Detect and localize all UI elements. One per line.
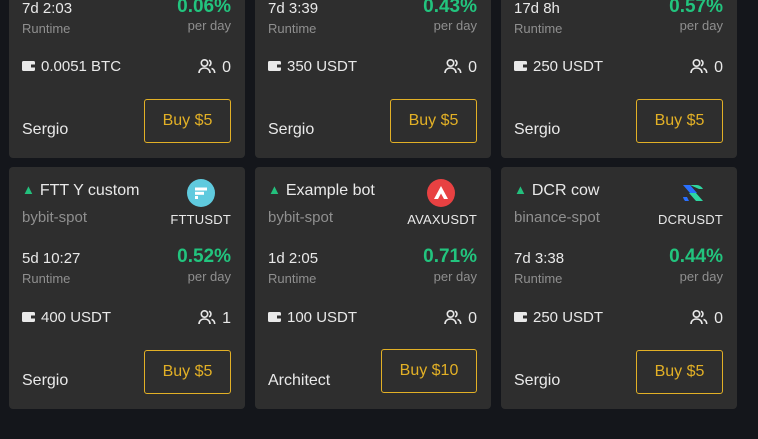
runtime-label: Runtime <box>22 21 71 36</box>
bot-card[interactable]: ▲ FTT Y custom bybit-spot FTTUSDT 5d 10:2… <box>9 167 245 409</box>
investment-value: 100 USDT <box>287 309 358 326</box>
users-value: 0 <box>714 59 723 76</box>
bot-card[interactable]: 17d 8h Runtime 0.57% per day 250 USDT 0 … <box>501 0 737 158</box>
daily-profit-pct: 0.57% <box>669 0 723 17</box>
users-icon <box>690 309 708 325</box>
runtime-value: 7d 2:03 <box>22 0 73 17</box>
per-day-label: per day <box>433 18 477 33</box>
per-day-label: per day <box>187 269 231 284</box>
runtime-value: 17d 8h <box>514 0 560 17</box>
exchange-name: bybit-spot <box>268 209 334 226</box>
avax-icon <box>427 179 455 207</box>
investment-value: 350 USDT <box>287 58 358 75</box>
runtime-value: 5d 10:27 <box>22 250 81 267</box>
runtime-value: 1d 2:05 <box>268 250 319 267</box>
bot-card[interactable]: 7d 3:39 Runtime 0.43% per day 350 USDT 0… <box>255 0 491 158</box>
daily-profit-pct: 0.71% <box>423 246 477 267</box>
runtime-value: 7d 3:38 <box>514 250 565 267</box>
users-count: 0 <box>198 58 231 77</box>
up-triangle-icon: ▲ <box>514 182 527 197</box>
dcr-icon <box>679 179 707 207</box>
investment-amount: 250 USDT <box>514 309 603 326</box>
users-count: 0 <box>444 58 477 77</box>
buy-button[interactable]: Buy $5 <box>144 99 231 143</box>
users-icon <box>198 309 216 325</box>
daily-profit-pct: 0.43% <box>423 0 477 17</box>
investment-value: 250 USDT <box>533 309 604 326</box>
trading-pair: FTTUSDT <box>170 212 231 227</box>
daily-profit-pct: 0.06% <box>177 0 231 17</box>
wallet-icon <box>268 312 282 322</box>
users-count: 0 <box>690 309 723 328</box>
users-count: 1 <box>198 309 231 328</box>
per-day-label: per day <box>433 269 477 284</box>
runtime-label: Runtime <box>514 21 563 36</box>
wallet-icon <box>514 312 528 322</box>
exchange-name: binance-spot <box>514 209 600 226</box>
investment-amount: 250 USDT <box>514 58 603 75</box>
owner-name: Sergio <box>268 121 315 138</box>
up-triangle-icon: ▲ <box>268 182 281 197</box>
daily-profit-pct: 0.44% <box>669 246 723 267</box>
users-value: 0 <box>714 310 723 327</box>
buy-button[interactable]: Buy $5 <box>636 99 723 143</box>
investment-amount: 0.0051 BTC <box>22 58 121 75</box>
users-icon <box>690 58 708 74</box>
up-triangle-icon: ▲ <box>22 182 35 197</box>
owner-name: Sergio <box>514 372 561 389</box>
investment-amount: 400 USDT <box>22 309 111 326</box>
runtime-label: Runtime <box>268 271 317 286</box>
trading-pair: DCRUSDT <box>658 212 723 227</box>
users-icon <box>198 58 216 74</box>
users-value: 0 <box>468 310 477 327</box>
buy-button[interactable]: Buy $10 <box>381 349 477 393</box>
bot-card[interactable]: 7d 2:03 Runtime 0.06% per day 0.0051 BTC… <box>9 0 245 158</box>
wallet-icon <box>268 61 282 71</box>
per-day-label: per day <box>679 18 723 33</box>
users-count: 0 <box>444 309 477 328</box>
users-count: 0 <box>690 58 723 77</box>
bot-name-text: Example bot <box>285 182 375 199</box>
owner-name: Sergio <box>22 121 69 138</box>
bot-card[interactable]: ▲ DCR cow binance-spot DCRUSDT 7d 3:38 Ru… <box>501 167 737 409</box>
bot-name: ▲ Example bot <box>268 182 375 200</box>
per-day-label: per day <box>187 18 231 33</box>
bot-name-text: DCR cow <box>531 182 600 199</box>
trading-pair: AVAXUSDT <box>407 212 477 227</box>
owner-name: Sergio <box>514 121 561 138</box>
investment-value: 400 USDT <box>41 309 112 326</box>
bot-name-text: FTT Y custom <box>39 182 140 199</box>
runtime-value: 7d 3:39 <box>268 0 319 17</box>
wallet-icon <box>514 61 528 71</box>
buy-button[interactable]: Buy $5 <box>144 350 231 394</box>
bot-name: ▲ FTT Y custom <box>22 182 139 200</box>
users-icon <box>444 309 462 325</box>
runtime-label: Runtime <box>514 271 563 286</box>
users-value: 0 <box>468 59 477 76</box>
owner-name: Architect <box>268 372 331 389</box>
investment-value: 0.0051 BTC <box>41 58 122 75</box>
investment-value: 250 USDT <box>533 58 604 75</box>
daily-profit-pct: 0.52% <box>177 246 231 267</box>
runtime-label: Runtime <box>22 271 71 286</box>
users-icon <box>444 58 462 74</box>
owner-name: Sergio <box>22 372 69 389</box>
exchange-name: bybit-spot <box>22 209 88 226</box>
ftt-icon <box>187 179 215 207</box>
bot-name: ▲ DCR cow <box>514 182 599 200</box>
wallet-icon <box>22 312 36 322</box>
investment-amount: 350 USDT <box>268 58 357 75</box>
per-day-label: per day <box>679 269 723 284</box>
bot-card[interactable]: ▲ Example bot bybit-spot AVAXUSDT 1d 2:05… <box>255 167 491 409</box>
wallet-icon <box>22 61 36 71</box>
investment-amount: 100 USDT <box>268 309 357 326</box>
users-value: 1 <box>222 310 231 327</box>
buy-button[interactable]: Buy $5 <box>636 350 723 394</box>
buy-button[interactable]: Buy $5 <box>390 99 477 143</box>
users-value: 0 <box>222 59 231 76</box>
runtime-label: Runtime <box>268 21 317 36</box>
